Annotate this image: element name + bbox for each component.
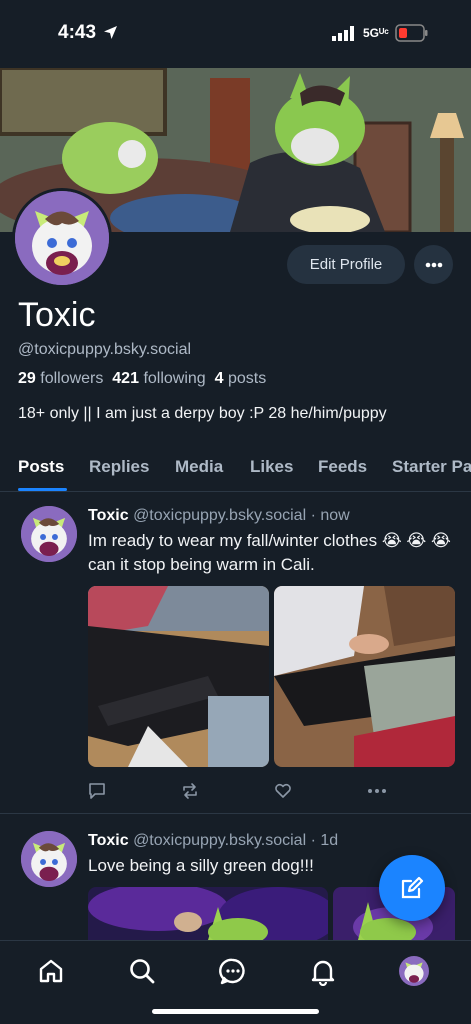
compose-button[interactable]: [379, 855, 445, 921]
post-author-name[interactable]: Toxic: [88, 832, 129, 849]
chat-icon[interactable]: [218, 956, 248, 986]
post-divider: [0, 813, 471, 814]
post-time: · now: [310, 507, 350, 524]
tab-feeds[interactable]: Feeds: [318, 457, 367, 477]
edit-profile-button[interactable]: Edit Profile: [287, 245, 405, 284]
tab-likes[interactable]: Likes: [250, 457, 293, 477]
tab-replies[interactable]: Replies: [89, 457, 149, 477]
post-image[interactable]: [88, 586, 269, 767]
post-image[interactable]: [88, 887, 328, 940]
signal-icon: [332, 26, 354, 41]
post-header: Toxic @toxicpuppy.bsky.social · 1d: [88, 832, 338, 850]
bell-icon[interactable]: [308, 956, 338, 986]
home-icon[interactable]: [36, 956, 66, 986]
following-count: 421: [112, 370, 139, 387]
network-type: 5Gᵁᶜ: [363, 26, 389, 40]
status-time: 4:43: [58, 22, 97, 43]
reply-icon[interactable]: [88, 782, 106, 800]
repost-icon[interactable]: [181, 782, 199, 800]
like-icon[interactable]: [274, 782, 292, 800]
search-icon[interactable]: [127, 956, 157, 986]
post-text: Im ready to wear my fall/winter clothes …: [88, 531, 451, 574]
more-icon[interactable]: [367, 788, 387, 794]
profile-tabs: Posts Replies Media Likes Feeds Starter …: [0, 450, 471, 492]
posts-count: 4: [214, 370, 224, 387]
location-arrow-icon: [104, 26, 117, 39]
more-icon: [425, 262, 442, 267]
post-author-name[interactable]: Toxic: [88, 507, 129, 524]
following-link[interactable]: 421 following: [112, 370, 205, 387]
followers-count: 29: [18, 370, 36, 387]
tab-starter-packs[interactable]: Starter Packs: [392, 457, 471, 477]
compose-icon: [401, 876, 424, 899]
following-label: following: [143, 370, 206, 387]
profile-more-button[interactable]: [414, 245, 453, 284]
post-image[interactable]: [274, 586, 455, 767]
post-header: Toxic @toxicpuppy.bsky.social · now: [88, 507, 350, 525]
status-bar: 4:43 5Gᵁᶜ: [0, 0, 471, 68]
post-author-handle: @toxicpuppy.bsky.social: [133, 832, 307, 849]
battery-icon: [395, 24, 428, 42]
home-indicator: [152, 1009, 319, 1014]
profile-avatar[interactable]: [12, 188, 112, 288]
post-avatar[interactable]: [21, 506, 77, 562]
post-actions: [0, 782, 471, 802]
profile-bio: 18+ only || I am just a derpy boy :P 28 …: [18, 405, 387, 422]
active-tab-indicator: [18, 488, 67, 491]
profile-nav-avatar[interactable]: [399, 956, 429, 986]
profile-handle: @toxicpuppy.bsky.social: [18, 341, 192, 358]
posts-label: posts: [227, 370, 267, 387]
post-author-handle: @toxicpuppy.bsky.social: [133, 507, 307, 524]
post-time: · 1d: [310, 832, 339, 849]
display-name: Toxic: [18, 296, 96, 334]
tab-posts[interactable]: Posts: [18, 457, 64, 477]
followers-link[interactable]: 29 followers: [18, 370, 103, 387]
profile-stats: 29 followers 421 following 4 posts: [18, 370, 266, 388]
tab-media[interactable]: Media: [175, 457, 223, 477]
followers-label: followers: [40, 370, 104, 387]
post-avatar[interactable]: [21, 831, 77, 887]
